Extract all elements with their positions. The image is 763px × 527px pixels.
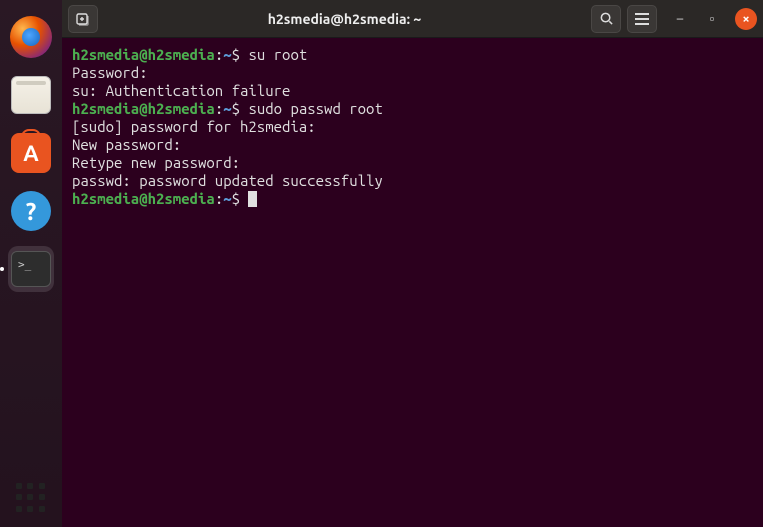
terminal-window: h2smedia@h2smedia: ~ – ▫ × h2smedia@h2sm… — [62, 0, 763, 527]
terminal-output-line: su: Authentication failure — [72, 82, 753, 100]
command-text: su root — [248, 46, 307, 63]
terminal-output-line: Password: — [72, 64, 753, 82]
new-tab-icon — [75, 11, 91, 27]
output-text: [sudo] password for h2smedia: — [72, 118, 316, 135]
terminal-prompt-line: h2smedia@h2smedia:~$ — [72, 190, 753, 208]
prompt-user: h2smedia — [72, 46, 139, 63]
search-icon — [599, 11, 614, 26]
dock-item-software[interactable] — [8, 130, 54, 176]
dock-item-help[interactable]: ? — [8, 188, 54, 234]
window-title: h2smedia@h2smedia: ~ — [104, 11, 585, 27]
terminal-output-line: Retype new password: — [72, 154, 753, 172]
prompt-path: ~ — [223, 190, 231, 207]
command-text: sudo passwd root — [248, 100, 382, 117]
terminal-prompt-line: h2smedia@h2smedia:~$ su root — [72, 46, 753, 64]
search-button[interactable] — [591, 5, 621, 33]
prompt-path: ~ — [223, 100, 231, 117]
terminal-icon: >_ — [11, 251, 51, 287]
dock-item-terminal[interactable]: >_ — [8, 246, 54, 292]
minimize-button[interactable]: – — [671, 10, 689, 28]
output-text: Password: — [72, 64, 148, 81]
prompt-user: h2smedia — [72, 100, 139, 117]
terminal-output-line: New password: — [72, 136, 753, 154]
dock-item-firefox[interactable] — [8, 14, 54, 60]
files-icon — [11, 76, 51, 114]
hamburger-icon — [635, 13, 649, 25]
dock-show-applications[interactable] — [16, 483, 46, 513]
output-text: su: Authentication failure — [72, 82, 290, 99]
cursor — [248, 191, 257, 207]
titlebar: h2smedia@h2smedia: ~ – ▫ × — [62, 0, 763, 38]
prompt-user: h2smedia — [72, 190, 139, 207]
new-tab-button[interactable] — [68, 5, 98, 33]
terminal-output-line: passwd: password updated successfully — [72, 172, 753, 190]
firefox-icon — [10, 16, 52, 58]
output-text: Retype new password: — [72, 154, 240, 171]
window-controls: – ▫ × — [671, 8, 757, 30]
menu-button[interactable] — [627, 5, 657, 33]
close-button[interactable]: × — [735, 8, 757, 30]
output-text: New password: — [72, 136, 181, 153]
terminal-prompt-line: h2smedia@h2smedia:~$ sudo passwd root — [72, 100, 753, 118]
dock-item-files[interactable] — [8, 72, 54, 118]
help-icon: ? — [11, 191, 51, 231]
maximize-button[interactable]: ▫ — [703, 10, 721, 28]
prompt-host: @h2smedia — [139, 100, 215, 117]
terminal-output[interactable]: h2smedia@h2smedia:~$ su rootPassword:su:… — [62, 38, 763, 527]
terminal-output-line: [sudo] password for h2smedia: — [72, 118, 753, 136]
prompt-path: ~ — [223, 46, 231, 63]
prompt-host: @h2smedia — [139, 46, 215, 63]
dock: ? >_ — [0, 0, 62, 527]
shopping-bag-icon — [11, 133, 51, 173]
prompt-host: @h2smedia — [139, 190, 215, 207]
output-text: passwd: password updated successfully — [72, 172, 383, 189]
